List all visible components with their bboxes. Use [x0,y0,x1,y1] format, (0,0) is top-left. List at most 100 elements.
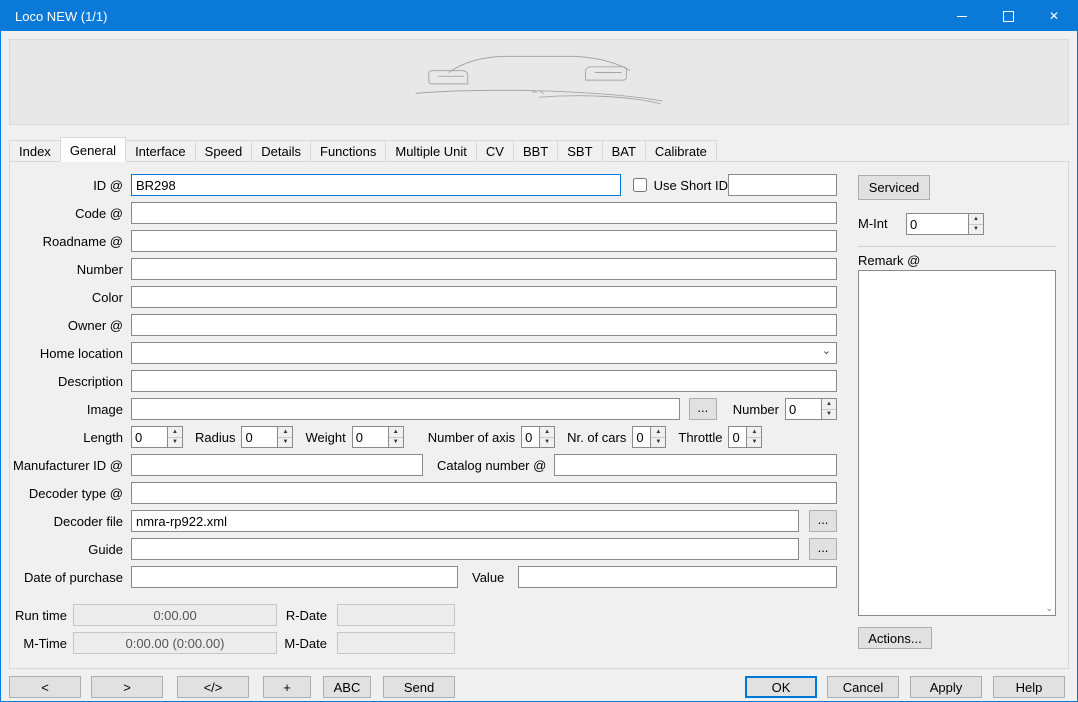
length-spin-up-button[interactable]: ▲ [168,427,182,438]
tab-multiple-unit[interactable]: Multiple Unit [385,140,477,162]
color-label: Color [10,290,131,305]
roadname-label: Roadname @ [10,234,131,249]
radius-spin-up-button[interactable]: ▲ [278,427,292,438]
window-title: Loco NEW (1/1) [1,9,107,24]
axis-spin-down-button[interactable]: ▼ [540,438,554,448]
home-location-dropdown-icon[interactable]: ⌄ [822,344,831,357]
remark-scrollbar-down-icon[interactable]: ⌄ [1045,604,1053,613]
cars-spin-up-button[interactable]: ▲ [651,427,665,438]
tab-sbt[interactable]: SBT [557,140,602,162]
id-label: ID @ [10,178,131,193]
close-button[interactable]: ✕ [1031,1,1077,31]
tab-index[interactable]: Index [9,140,61,162]
tab-strip: Index General Interface Speed Details Fu… [9,137,1069,162]
decoder-type-row: Decoder type @ [10,482,837,504]
axis-input[interactable] [521,426,539,448]
actions-button[interactable]: Actions... [858,627,932,649]
decoder-type-input[interactable] [131,482,837,504]
throttle-spin-down-button[interactable]: ▼ [747,438,761,448]
footer-bar: < > </> + ABC Send OK Cancel Apply Help [1,669,1077,698]
id-input[interactable] [131,174,621,196]
throttle-label: Throttle [678,430,722,445]
home-location-select[interactable]: ⌄ [131,342,837,364]
tab-cv[interactable]: CV [476,140,514,162]
length-input[interactable] [131,426,167,448]
number-input[interactable] [131,258,837,280]
guide-input[interactable] [131,538,799,560]
radius-spin-down-button[interactable]: ▼ [278,438,292,448]
axis-spin-up-button[interactable]: ▲ [540,427,554,438]
weight-spin-up-button[interactable]: ▲ [389,427,403,438]
roadname-input[interactable] [131,230,837,252]
tab-interface[interactable]: Interface [125,140,196,162]
image-number-input[interactable] [785,398,821,420]
prev-button[interactable]: < [9,676,81,698]
value-label: Value [472,570,504,585]
serviced-button[interactable]: Serviced [858,175,930,200]
description-input[interactable] [131,370,837,392]
owner-input[interactable] [131,314,837,336]
length-spin-down-button[interactable]: ▼ [168,438,182,448]
decoder-file-input[interactable] [131,510,799,532]
add-button[interactable]: + [263,676,311,698]
image-number-spin-up-button[interactable]: ▲ [822,399,836,410]
tab-calibrate[interactable]: Calibrate [645,140,717,162]
run-time-row: Run time 0:00.00 R-Date [10,604,837,626]
tab-functions[interactable]: Functions [310,140,386,162]
throttle-input[interactable] [728,426,746,448]
code-input[interactable] [131,202,837,224]
image-browse-button[interactable]: ... [689,398,717,420]
m-int-spin-up-button[interactable]: ▲ [969,214,983,225]
weight-label: Weight [305,430,345,445]
m-time-label: M-Time [10,636,73,651]
throttle-spin-up-button[interactable]: ▲ [747,427,761,438]
guide-label: Guide [10,542,131,557]
decoder-file-browse-button[interactable]: ... [809,510,837,532]
minimize-button[interactable] [939,1,985,31]
short-id-input[interactable] [728,174,837,196]
value-input[interactable] [518,566,837,588]
apply-button[interactable]: Apply [910,676,982,698]
m-int-spin-down-button[interactable]: ▼ [969,225,983,235]
minimize-icon [957,16,967,17]
cars-spin-down-button[interactable]: ▼ [651,438,665,448]
use-short-id-checkbox[interactable] [633,178,647,192]
color-input[interactable] [131,286,837,308]
image-input[interactable] [131,398,680,420]
catalog-number-input[interactable] [554,454,837,476]
home-location-label: Home location [10,346,131,361]
manufacturer-id-input[interactable] [131,454,423,476]
help-button[interactable]: Help [993,676,1065,698]
guide-row: Guide ... [10,538,837,560]
tab-general[interactable]: General [60,137,126,162]
id-row: ID @ Use Short ID [10,174,837,196]
tab-speed[interactable]: Speed [195,140,253,162]
remark-box: ⌄ [858,270,1056,616]
cancel-button[interactable]: Cancel [827,676,899,698]
ok-button[interactable]: OK [745,676,817,698]
tab-bbt[interactable]: BBT [513,140,558,162]
weight-input[interactable] [352,426,388,448]
guide-browse-button[interactable]: ... [809,538,837,560]
tab-bat[interactable]: BAT [602,140,646,162]
manufacturer-row: Manufacturer ID @ Catalog number @ [10,454,837,476]
m-int-input[interactable] [906,213,968,235]
manufacturer-id-label: Manufacturer ID @ [10,458,131,473]
image-number-spin-down-button[interactable]: ▼ [822,410,836,420]
date-of-purchase-input[interactable] [131,566,458,588]
weight-spin-down-button[interactable]: ▼ [389,438,403,448]
code-view-button[interactable]: </> [177,676,249,698]
cars-input[interactable] [632,426,650,448]
radius-input[interactable] [241,426,277,448]
owner-label: Owner @ [10,318,131,333]
tab-details[interactable]: Details [251,140,311,162]
abc-button[interactable]: ABC [323,676,371,698]
length-stepper: ▲▼ [131,426,183,448]
remark-textarea[interactable] [858,270,1056,616]
home-location-input[interactable] [131,342,837,364]
use-short-id-label: Use Short ID [654,178,728,193]
m-date-field [337,632,455,654]
send-button[interactable]: Send [383,676,455,698]
next-button[interactable]: > [91,676,163,698]
maximize-button[interactable] [985,1,1031,31]
